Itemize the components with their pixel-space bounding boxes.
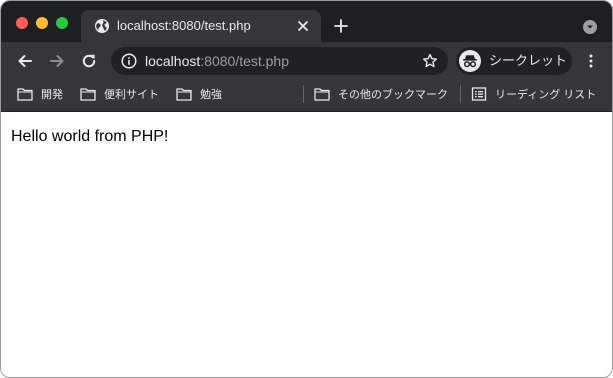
- incognito-avatar: [459, 50, 481, 72]
- close-icon[interactable]: [295, 18, 311, 34]
- back-icon[interactable]: [16, 52, 34, 70]
- address-bar[interactable]: localhost:8080/test.php: [111, 47, 448, 75]
- reload-icon[interactable]: [80, 52, 98, 70]
- folder-icon: [176, 88, 192, 101]
- incognito-profile-button[interactable]: シークレット: [456, 47, 572, 75]
- bookmarks-divider: [460, 85, 461, 103]
- folder-icon: [17, 88, 33, 101]
- bookmark-label: その他のブックマーク: [338, 89, 448, 101]
- url-path: :8080/test.php: [200, 53, 290, 69]
- tab-search-icon[interactable]: [582, 19, 598, 35]
- page-text: Hello world from PHP!: [11, 128, 169, 145]
- folder-icon: [314, 88, 330, 101]
- bookmark-label: 便利サイト: [104, 89, 159, 101]
- tab-strip: localhost:8080/test.php: [1, 1, 612, 42]
- bookmark-folder-other[interactable]: その他のブックマーク: [314, 80, 448, 108]
- bookmark-folder-dev[interactable]: 開発: [17, 80, 63, 108]
- close-window-button[interactable]: [16, 17, 28, 29]
- bookmark-label: 勉強: [200, 89, 222, 101]
- incognito-label: シークレット: [489, 53, 568, 68]
- reading-list-icon: [471, 87, 487, 101]
- incognito-icon: [463, 55, 477, 68]
- tab-active[interactable]: localhost:8080/test.php: [81, 10, 321, 42]
- bookmark-folder-useful-sites[interactable]: 便利サイト: [80, 80, 159, 108]
- zoom-window-button[interactable]: [56, 17, 68, 29]
- info-icon[interactable]: [121, 53, 137, 69]
- browser-window: localhost:8080/test.php localhost:8080/t…: [0, 0, 613, 378]
- toolbar: localhost:8080/test.php シークレット: [1, 42, 612, 80]
- bookmark-folder-study[interactable]: 勉強: [176, 80, 222, 108]
- tab-title: localhost:8080/test.php: [117, 18, 251, 33]
- bookmark-star-icon[interactable]: [422, 53, 438, 69]
- bookmarks-bar: 開発 便利サイト 勉強 その他のブックマーク リーディング リスト: [1, 80, 612, 112]
- forward-icon[interactable]: [48, 52, 66, 70]
- bookmarks-divider: [303, 85, 304, 103]
- new-tab-icon[interactable]: [333, 18, 349, 34]
- bookmark-label: リーディング リスト: [495, 89, 597, 101]
- url-text: localhost:8080/test.php: [145, 53, 289, 69]
- folder-icon: [80, 88, 96, 101]
- page-content: Hello world from PHP!: [1, 112, 612, 377]
- url-host: localhost: [145, 53, 201, 69]
- globe-icon: [95, 19, 109, 33]
- more-menu-icon[interactable]: [584, 54, 598, 68]
- bookmark-label: 開発: [41, 89, 63, 101]
- minimize-window-button[interactable]: [36, 17, 48, 29]
- reading-list-button[interactable]: リーディング リスト: [471, 80, 596, 108]
